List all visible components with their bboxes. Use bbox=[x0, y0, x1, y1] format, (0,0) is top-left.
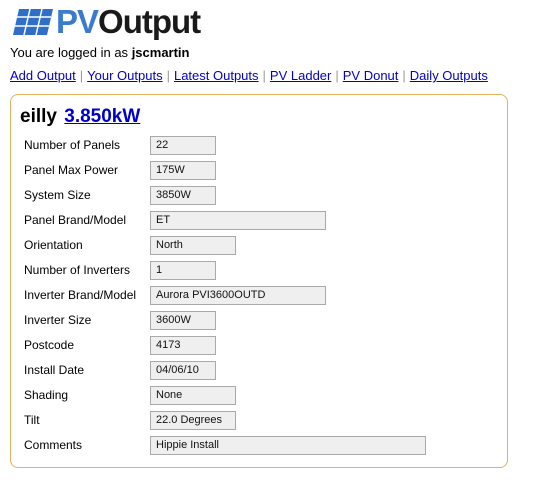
solar-panel-logo-icon[interactable] bbox=[11, 7, 55, 37]
inverter-brand-model-field[interactable]: Aurora PVI3600OUTD bbox=[150, 286, 326, 305]
login-prefix: You are logged in as bbox=[10, 45, 129, 60]
nav-latest-outputs[interactable]: Latest Outputs bbox=[174, 68, 259, 83]
site-logo[interactable]: PVOutput bbox=[56, 3, 201, 40]
logo-pv-text: PV bbox=[56, 3, 99, 40]
panel-max-power-field[interactable]: 175W bbox=[150, 161, 216, 180]
login-status: You are logged in as jscmartin bbox=[10, 45, 190, 60]
field-label: Panel Max Power bbox=[24, 163, 119, 177]
tilt-field[interactable]: 22.0 Degrees bbox=[150, 411, 236, 430]
postcode-field[interactable]: 4173 bbox=[150, 336, 216, 355]
inverter-size-field[interactable]: 3600W bbox=[150, 311, 216, 330]
nav-add-output[interactable]: Add Output bbox=[10, 68, 76, 83]
field-label: Inverter Brand/Model bbox=[24, 288, 137, 302]
field-label: Panel Brand/Model bbox=[24, 213, 127, 227]
number-of-inverters-field[interactable]: 1 bbox=[150, 261, 216, 280]
install-date-field[interactable]: 04/06/10 bbox=[150, 361, 216, 380]
system-details-panel: eilly 3.850kW Number of Panels 22 Panel … bbox=[10, 94, 508, 468]
main-nav: Add Output | Your Outputs | Latest Outputs | P… bbox=[10, 68, 488, 83]
nav-your-outputs[interactable]: Your Outputs bbox=[87, 68, 162, 83]
logged-in-username: jscmartin bbox=[131, 45, 190, 60]
nav-pv-ladder[interactable]: PV Ladder bbox=[270, 68, 331, 83]
nav-pv-donut[interactable]: PV Donut bbox=[343, 68, 399, 83]
panel-brand-model-field[interactable]: ET bbox=[150, 211, 326, 230]
logo-output-text: Output bbox=[98, 3, 201, 40]
field-label: Inverter Size bbox=[24, 313, 92, 327]
system-title: eilly 3.850kW bbox=[20, 106, 140, 128]
system-size-field[interactable]: 3850W bbox=[150, 186, 216, 205]
field-label: Number of Panels bbox=[24, 138, 121, 152]
field-label: Orientation bbox=[24, 238, 83, 252]
field-label: Comments bbox=[24, 438, 83, 452]
orientation-field[interactable]: North bbox=[150, 236, 236, 255]
site-header: PVOutput bbox=[11, 3, 201, 40]
system-size-link[interactable]: 3.850kW bbox=[64, 106, 140, 127]
comments-field[interactable]: Hippie Install bbox=[150, 436, 426, 455]
field-label: Number of Inverters bbox=[24, 263, 131, 277]
number-of-panels-field[interactable]: 22 bbox=[150, 136, 216, 155]
field-label: Tilt bbox=[24, 413, 40, 427]
field-label: Shading bbox=[24, 388, 69, 402]
field-label: Install Date bbox=[24, 363, 85, 377]
field-label: Postcode bbox=[24, 338, 75, 352]
nav-daily-outputs[interactable]: Daily Outputs bbox=[410, 68, 488, 83]
field-label: System Size bbox=[24, 188, 91, 202]
system-name: eilly bbox=[20, 106, 57, 127]
shading-field[interactable]: None bbox=[150, 386, 236, 405]
